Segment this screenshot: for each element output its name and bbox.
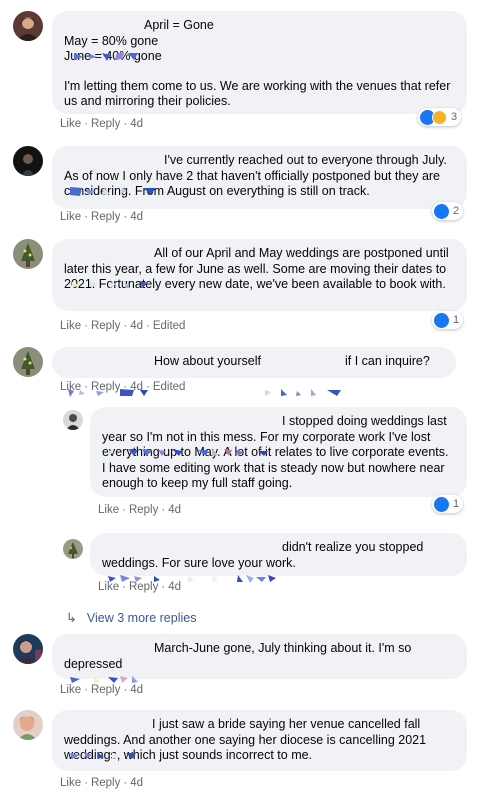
- like-link[interactable]: Like: [98, 504, 119, 516]
- comment-actions: Like · Reply · 4d: [60, 684, 143, 696]
- comment-bubble: I've currently reached out to everyone t…: [52, 146, 467, 209]
- comment-actions: Like · Reply · 4d: [98, 504, 181, 516]
- reply-link[interactable]: Reply: [91, 381, 120, 393]
- comment-text-line: May = 80% gone: [64, 33, 159, 48]
- like-icon: [434, 496, 449, 512]
- like-link[interactable]: Like: [60, 118, 81, 130]
- edited-label: Edited: [152, 320, 186, 332]
- reactions-badge[interactable]: 2: [432, 202, 464, 220]
- comment-actions: Like · Reply · 4d · Edited: [60, 381, 186, 393]
- like-link[interactable]: Like: [60, 211, 81, 223]
- avatar[interactable]: [63, 539, 83, 559]
- comment-actions: Like · Reply · 4d: [60, 777, 143, 789]
- like-icon: [434, 312, 449, 328]
- comment-text-line: April = Gone: [144, 18, 214, 32]
- reactions-badge[interactable]: 1: [432, 311, 464, 329]
- comment-text: I'm letting them come to us. We are work…: [64, 78, 454, 109]
- timestamp[interactable]: 4d: [130, 320, 143, 332]
- wow-icon: [432, 109, 447, 125]
- comment-actions: Like · Reply · 4d: [60, 211, 143, 223]
- like-link[interactable]: Like: [60, 320, 81, 332]
- redacted-name: [261, 355, 345, 396]
- redacted-name: [64, 642, 154, 683]
- redacted-name: [64, 355, 154, 397]
- like-link[interactable]: Like: [60, 684, 81, 696]
- reply-link[interactable]: Reply: [91, 320, 120, 332]
- avatar[interactable]: [63, 410, 83, 430]
- comment-bubble: I just saw a bride saying her venue canc…: [52, 710, 467, 771]
- like-link[interactable]: Like: [60, 777, 81, 789]
- comment-text-part: How about yourself: [154, 354, 262, 368]
- reply-link[interactable]: Reply: [129, 504, 158, 516]
- timestamp[interactable]: 4d: [130, 684, 143, 696]
- reply-bubble: didn't realize you stopped weddings. For…: [90, 533, 467, 583]
- reply-bubble: I stopped doing weddings last year so I'…: [90, 407, 467, 497]
- avatar[interactable]: [13, 634, 43, 664]
- reply-arrow-icon: ↳: [66, 610, 77, 625]
- avatar[interactable]: [13, 146, 43, 176]
- redacted-name: [102, 541, 282, 583]
- reactions-badge[interactable]: 1: [432, 495, 464, 513]
- timestamp[interactable]: 4d: [130, 118, 143, 130]
- reply-link[interactable]: Reply: [91, 118, 120, 130]
- comment-bubble: March-June gone, July thinking about it.…: [52, 634, 467, 683]
- comment-actions: Like · Reply · 4d: [98, 581, 181, 593]
- comment-text-part: if I can inquire?: [345, 354, 430, 368]
- avatar[interactable]: [13, 710, 43, 740]
- redacted-name: [64, 154, 164, 196]
- like-link[interactable]: Like: [60, 381, 81, 393]
- edited-label: Edited: [152, 381, 186, 393]
- avatar[interactable]: [13, 11, 43, 41]
- timestamp[interactable]: 4d: [130, 381, 143, 393]
- comment-bubble: All of our April and May weddings are po…: [52, 239, 467, 311]
- avatar[interactable]: [13, 239, 43, 269]
- comment-bubble: April = Gone May = 80% gone June = 40% g…: [52, 11, 467, 114]
- reply-link[interactable]: Reply: [91, 211, 120, 223]
- redacted-name: [64, 247, 154, 288]
- comment-bubble: How about yourself if I can inquire?: [52, 347, 456, 397]
- reply-link[interactable]: Reply: [129, 581, 158, 593]
- reply-link[interactable]: Reply: [91, 777, 120, 789]
- timestamp[interactable]: 4d: [130, 777, 143, 789]
- redacted-name: [64, 19, 144, 61]
- redacted-name: [64, 718, 152, 759]
- avatar[interactable]: [13, 347, 43, 377]
- like-link[interactable]: Like: [98, 581, 119, 593]
- timestamp[interactable]: 4d: [130, 211, 143, 223]
- timestamp[interactable]: 4d: [168, 581, 181, 593]
- timestamp[interactable]: 4d: [168, 504, 181, 516]
- comment-actions: Like · Reply · 4d · Edited: [60, 320, 186, 332]
- view-more-replies-link[interactable]: ↳ View 3 more replies: [66, 610, 196, 626]
- comment-actions: Like · Reply · 4d: [60, 118, 143, 130]
- like-icon: [434, 203, 449, 219]
- reply-link[interactable]: Reply: [91, 684, 120, 696]
- redacted-name: [102, 415, 282, 456]
- reactions-badge[interactable]: 3: [418, 108, 462, 126]
